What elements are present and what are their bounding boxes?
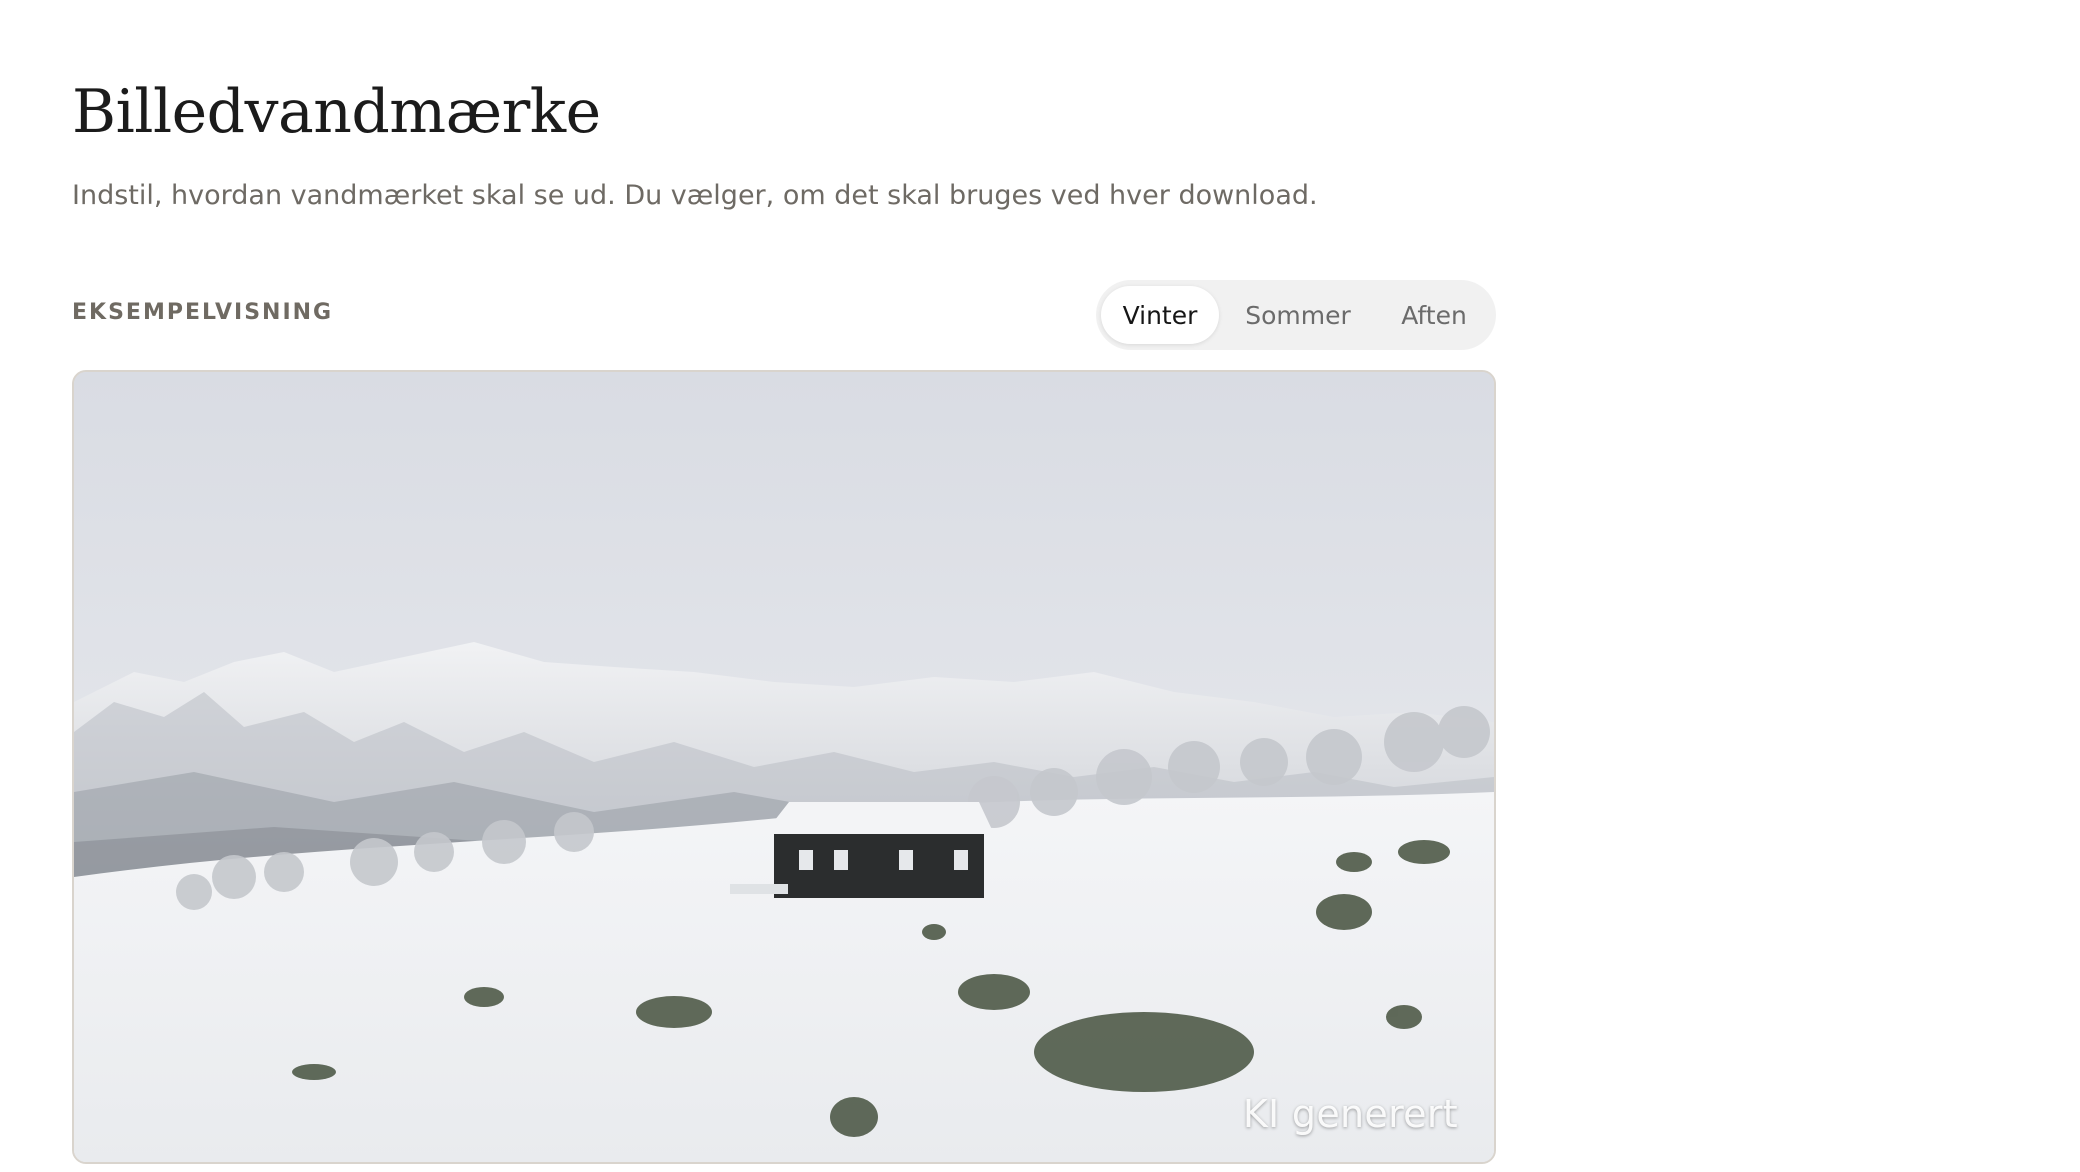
preview-section-label: EKSEMPELVISNING <box>72 300 334 325</box>
winter-landscape-image <box>74 372 1494 1162</box>
watermark-text: KI generert <box>1242 1092 1458 1136</box>
tab-vinter[interactable]: Vinter <box>1101 286 1219 344</box>
season-tab-group: Vinter Sommer Aften <box>1096 280 1496 350</box>
watermark-preview-image: KI generert <box>72 370 1496 1164</box>
tab-sommer[interactable]: Sommer <box>1219 286 1377 344</box>
page-subtitle: Indstil, hvordan vandmærket skal se ud. … <box>72 180 1318 211</box>
tab-aften[interactable]: Aften <box>1377 286 1491 344</box>
page-title: Billedvandmærke <box>72 77 601 147</box>
